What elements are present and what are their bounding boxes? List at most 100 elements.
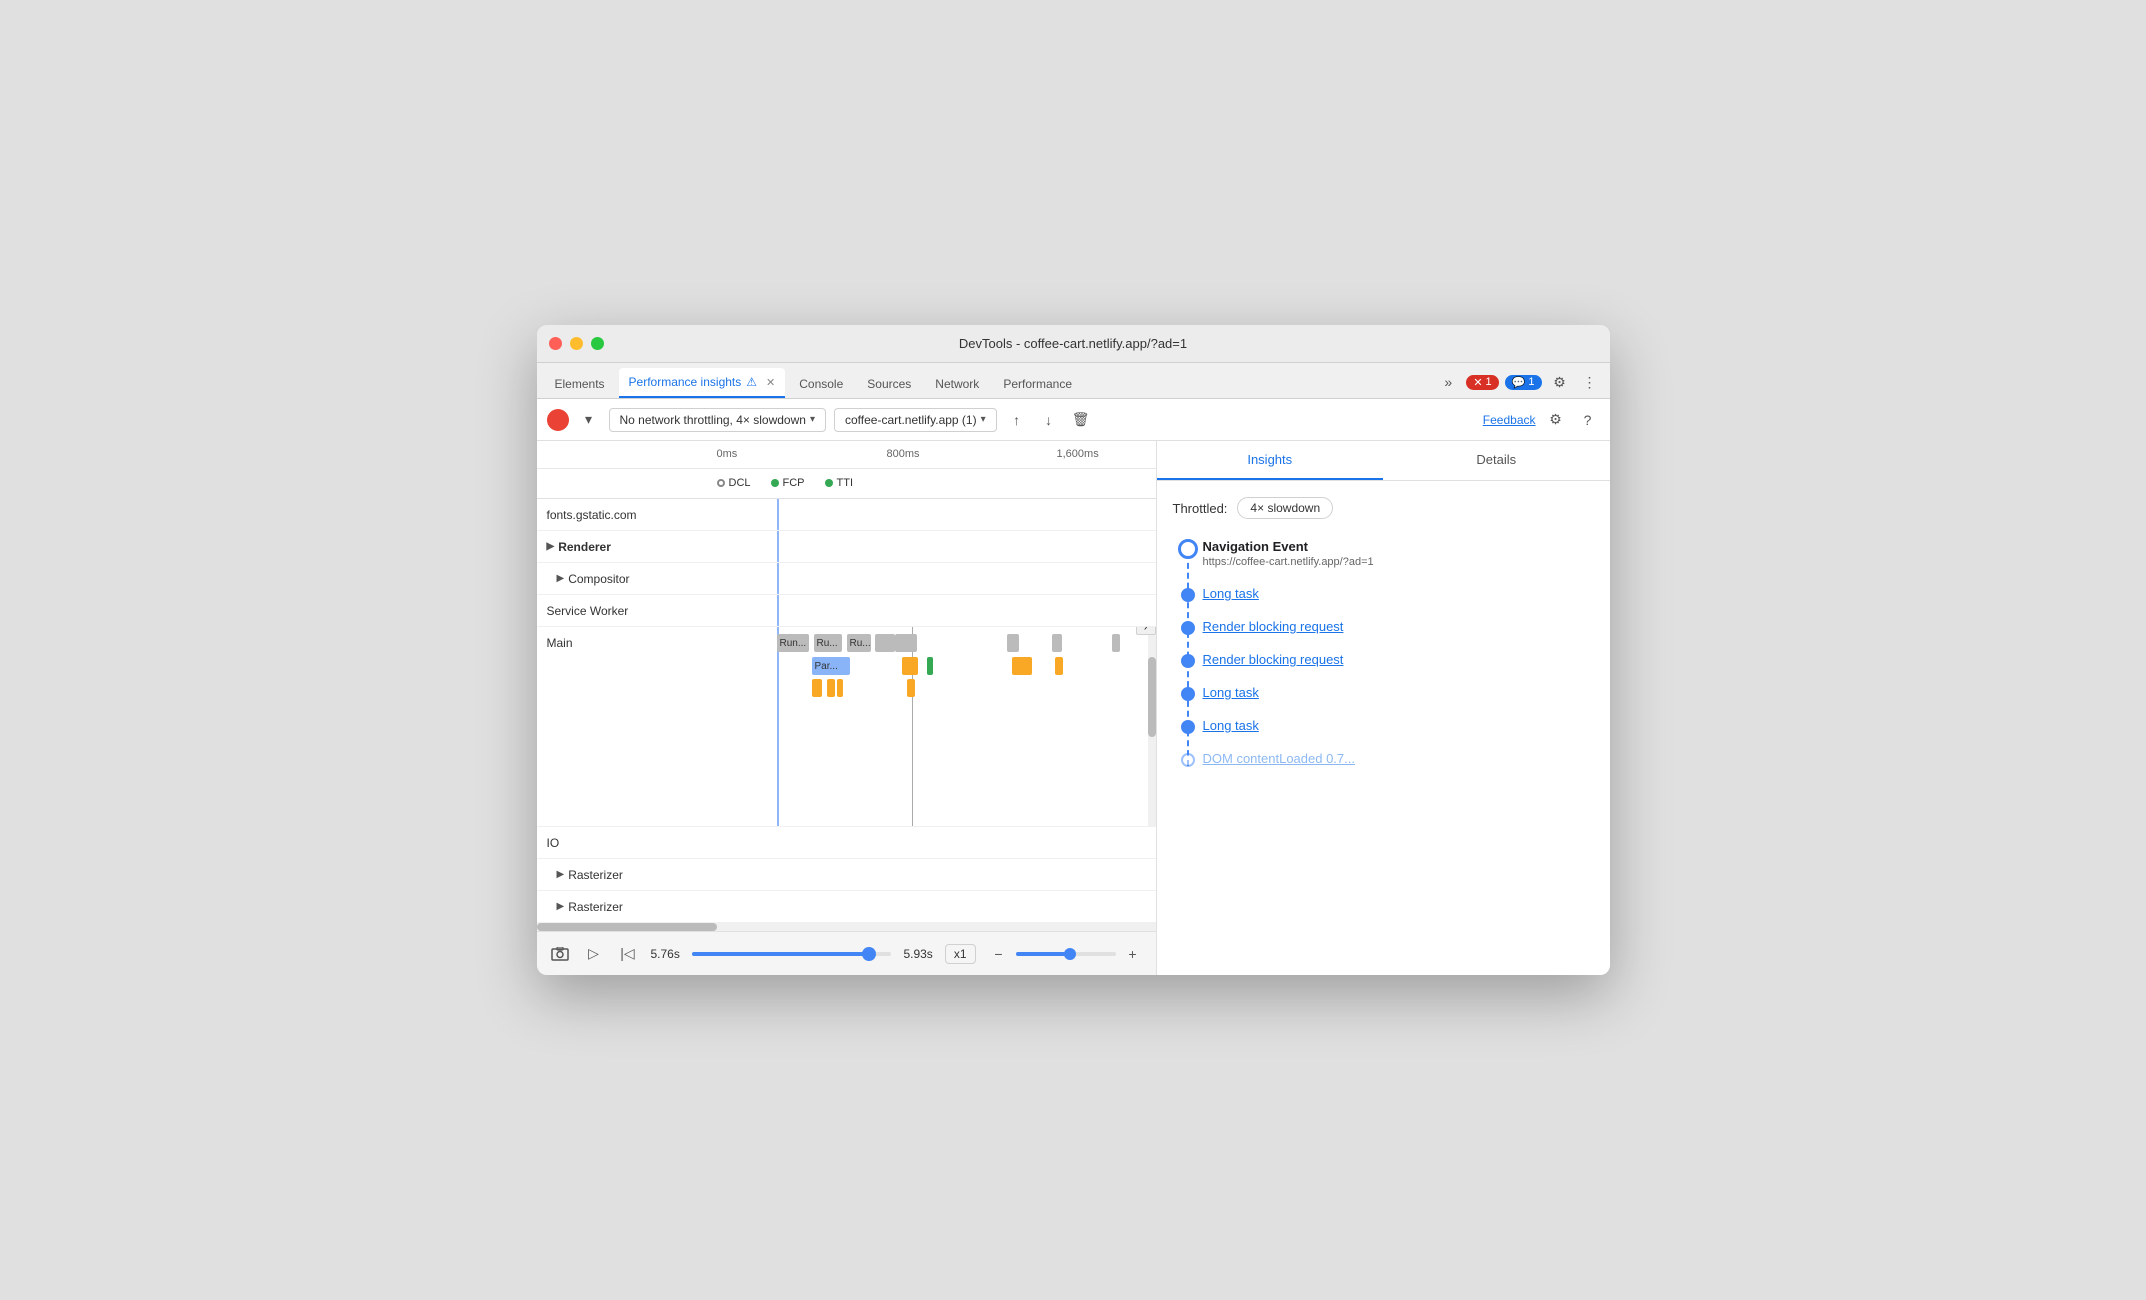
settings-icon[interactable]: ⚙ bbox=[1548, 370, 1572, 394]
tab-network[interactable]: Network bbox=[925, 370, 989, 398]
tab-close-icon[interactable]: ✕ bbox=[766, 376, 775, 389]
timeline-header: 0ms 800ms 1,600ms DCL FCP TTI bbox=[537, 441, 1156, 499]
track-content-compositor bbox=[717, 563, 1156, 594]
task-orange-2[interactable] bbox=[827, 679, 835, 697]
bottom-bar: ▷ |◁ 5.76s 5.93s x1 − + bbox=[537, 931, 1156, 975]
page-dropdown[interactable]: coffee-cart.netlify.app (1) ▾ bbox=[834, 408, 997, 432]
tab-insights-label: Insights bbox=[1247, 452, 1292, 467]
timeline-expand-btn[interactable]: › bbox=[1136, 627, 1156, 635]
playhead-thumb[interactable] bbox=[862, 947, 876, 961]
time-end: 5.93s bbox=[903, 947, 932, 961]
task-gray-right-3[interactable] bbox=[1112, 634, 1120, 652]
fcp-dot bbox=[771, 479, 779, 487]
track-rasterizer-1: ▶ Rasterizer bbox=[537, 859, 1156, 891]
record-dropdown-icon[interactable]: ▾ bbox=[577, 408, 601, 432]
render-blocking-2-link[interactable]: Render blocking request bbox=[1203, 652, 1344, 667]
play-icon[interactable]: ▷ bbox=[583, 943, 605, 965]
zoom-out-icon[interactable]: − bbox=[988, 943, 1010, 965]
tab-elements[interactable]: Elements bbox=[545, 370, 615, 398]
dom-content-link[interactable]: DOM contentLoaded 0.7... bbox=[1203, 751, 1355, 766]
task-run-3[interactable]: Ru... bbox=[847, 634, 871, 652]
record-button[interactable] bbox=[547, 409, 569, 431]
tab-performance[interactable]: Performance bbox=[993, 370, 1082, 398]
rasterizer1-expand-icon[interactable]: ▶ bbox=[557, 869, 565, 880]
task-orange-right-1[interactable] bbox=[1012, 657, 1032, 675]
renderer-expand-icon[interactable]: ▶ bbox=[547, 541, 555, 552]
track-io: IO bbox=[537, 827, 1156, 859]
tab-sources[interactable]: Sources bbox=[857, 370, 921, 398]
track-content-rasterizer-2 bbox=[717, 891, 1156, 922]
compositor-blue-line bbox=[777, 563, 779, 594]
zoom-slider-fill bbox=[1016, 952, 1066, 956]
page-label: coffee-cart.netlify.app (1) bbox=[845, 413, 977, 427]
scroll-thumb[interactable] bbox=[1148, 657, 1156, 737]
tti-dot bbox=[825, 479, 833, 487]
dcl-label: DCL bbox=[729, 477, 751, 489]
tab-insights[interactable]: Insights bbox=[1157, 441, 1384, 480]
track-content-main: Run... Ru... Ru... Par... bbox=[717, 627, 1156, 826]
horizontal-scrollbar[interactable] bbox=[537, 923, 1156, 931]
tab-performance-insights-label: Performance insights bbox=[629, 375, 742, 389]
throttling-arrow-icon: ▾ bbox=[810, 414, 815, 425]
task-gray-mid[interactable] bbox=[895, 634, 909, 652]
track-content-io bbox=[717, 827, 1156, 858]
render-blocking-1-link[interactable]: Render blocking request bbox=[1203, 619, 1344, 634]
render-blocking-1-dot bbox=[1181, 621, 1195, 635]
delete-icon[interactable]: 🗑 bbox=[1069, 408, 1093, 432]
task-orange-right-2[interactable] bbox=[1055, 657, 1063, 675]
long-task-1-dot bbox=[1181, 588, 1195, 602]
page-arrow-icon: ▾ bbox=[981, 414, 986, 425]
help-icon[interactable]: ? bbox=[1576, 408, 1600, 432]
throttling-dropdown[interactable]: No network throttling, 4× slowdown ▾ bbox=[609, 408, 826, 432]
long-task-1-link[interactable]: Long task bbox=[1203, 586, 1259, 601]
task-par[interactable]: Par... bbox=[812, 657, 850, 675]
task-gray-right-2[interactable] bbox=[1052, 634, 1062, 652]
nav-event-item: Navigation Event https://coffee-cart.net… bbox=[1203, 539, 1594, 568]
task-orange-3[interactable] bbox=[837, 679, 843, 697]
task-run-1[interactable]: Run... bbox=[777, 634, 809, 652]
tab-details[interactable]: Details bbox=[1383, 441, 1610, 480]
task-orange-1[interactable] bbox=[812, 679, 822, 697]
message-badge[interactable]: 💬 1 bbox=[1505, 375, 1542, 390]
scroll-indicator bbox=[1148, 627, 1156, 826]
playhead-slider[interactable] bbox=[692, 952, 892, 956]
render-blocking-2-dot bbox=[1181, 654, 1195, 668]
task-run-2[interactable]: Ru... bbox=[814, 634, 842, 652]
dcl-dot bbox=[717, 479, 725, 487]
error-badge[interactable]: ✕ 1 bbox=[1466, 375, 1498, 390]
maximize-button[interactable] bbox=[591, 337, 604, 350]
task-orange-mid-2[interactable] bbox=[907, 679, 915, 697]
task-orange-mid-1[interactable] bbox=[902, 657, 918, 675]
download-icon[interactable]: ↓ bbox=[1037, 408, 1061, 432]
zoom-slider[interactable] bbox=[1016, 952, 1116, 956]
close-button[interactable] bbox=[549, 337, 562, 350]
tab-performance-insights[interactable]: Performance insights ⚠ ✕ bbox=[619, 368, 786, 398]
feedback-link[interactable]: Feedback bbox=[1483, 413, 1536, 427]
settings2-icon[interactable]: ⚙ bbox=[1544, 408, 1568, 432]
rasterizer2-expand-icon[interactable]: ▶ bbox=[557, 901, 565, 912]
minimize-button[interactable] bbox=[570, 337, 583, 350]
more-options-icon[interactable]: ⋮ bbox=[1578, 370, 1602, 394]
task-gray-4[interactable] bbox=[875, 634, 895, 652]
nav-event-dot bbox=[1178, 539, 1198, 559]
zoom-in-icon[interactable]: + bbox=[1122, 943, 1144, 965]
h-scrollbar-thumb[interactable] bbox=[537, 923, 717, 931]
zoom-control: − + bbox=[988, 943, 1144, 965]
insight-item-dom-content: DOM contentLoaded 0.7... bbox=[1203, 751, 1594, 766]
compositor-expand-icon[interactable]: ▶ bbox=[557, 573, 565, 584]
track-content-service-worker bbox=[717, 595, 1156, 626]
more-tabs-icon[interactable]: » bbox=[1436, 370, 1460, 394]
insights-tabs: Insights Details bbox=[1157, 441, 1610, 481]
dom-content-dot bbox=[1181, 753, 1195, 767]
tracks-area[interactable]: fonts.gstatic.com ▶ Renderer bbox=[537, 499, 1156, 923]
long-task-2-link[interactable]: Long task bbox=[1203, 685, 1259, 700]
task-gray-right-1[interactable] bbox=[1007, 634, 1019, 652]
task-green-1[interactable] bbox=[927, 657, 933, 675]
first-frame-icon[interactable]: |◁ bbox=[617, 943, 639, 965]
track-label-io: IO bbox=[537, 827, 717, 859]
long-task-3-link[interactable]: Long task bbox=[1203, 718, 1259, 733]
zoom-slider-thumb[interactable] bbox=[1064, 948, 1076, 960]
screenshot-icon[interactable] bbox=[549, 943, 571, 965]
upload-icon[interactable]: ↑ bbox=[1005, 408, 1029, 432]
tab-console[interactable]: Console bbox=[789, 370, 853, 398]
